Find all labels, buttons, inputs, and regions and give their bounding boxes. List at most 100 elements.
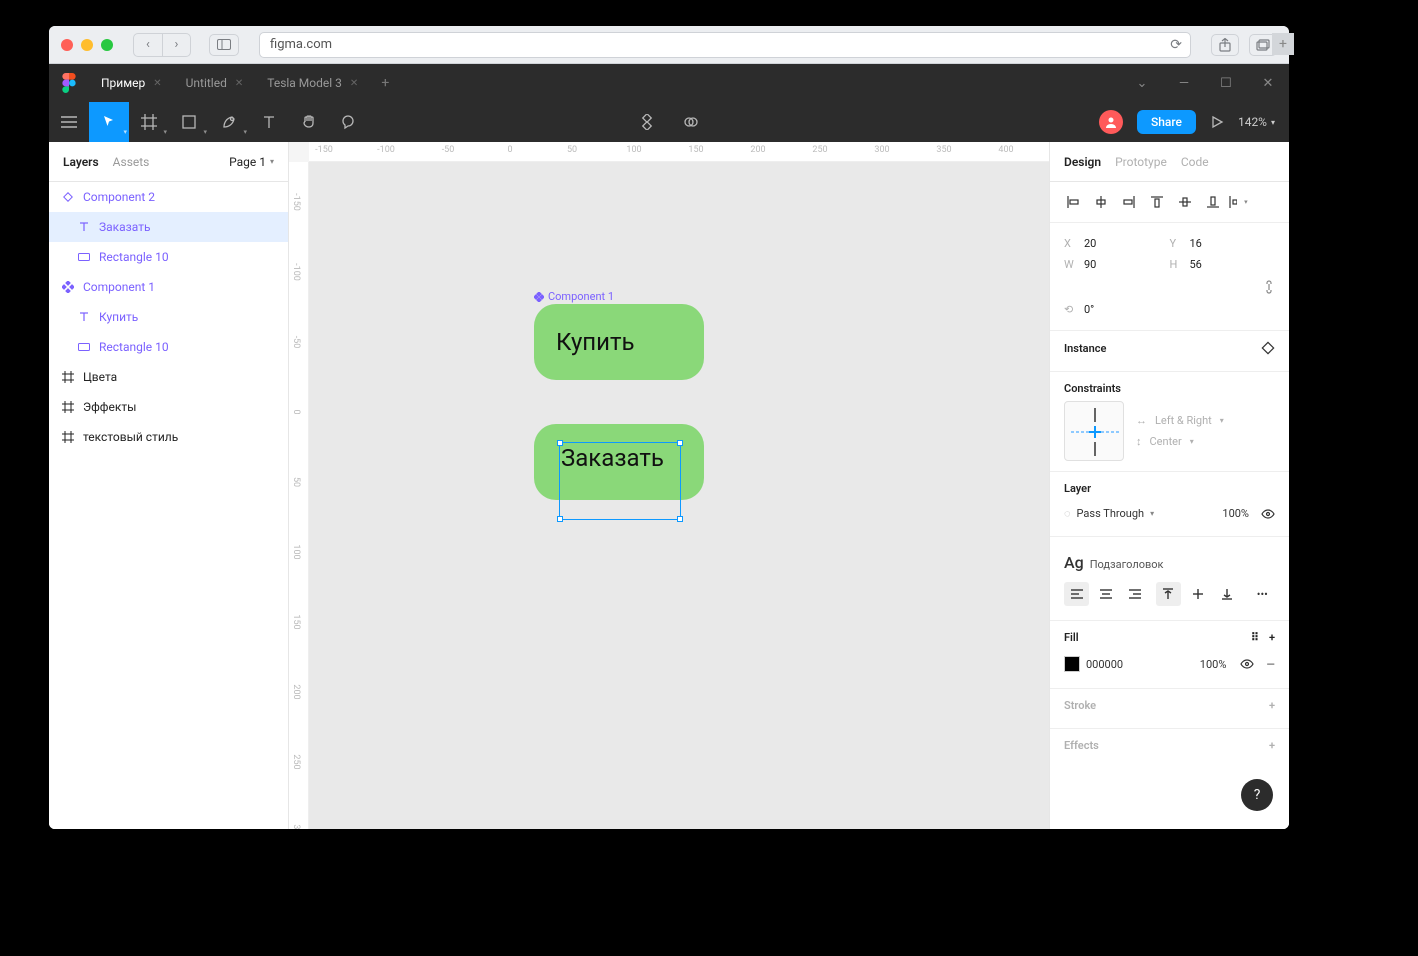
fade-overlay [1378, 26, 1418, 829]
text-tool[interactable] [249, 102, 289, 142]
maximize-window-icon[interactable]: ☐ [1205, 76, 1247, 91]
layer-row[interactable]: Component 1 [49, 272, 288, 302]
align-bottom-icon[interactable] [1200, 190, 1226, 214]
hand-tool[interactable] [289, 102, 329, 142]
close-tab-icon[interactable]: ✕ [350, 78, 358, 89]
add-effect-icon[interactable]: + [1269, 739, 1275, 752]
layer-row[interactable]: Эффекты [49, 392, 288, 422]
text-valign-top-icon[interactable] [1156, 582, 1181, 606]
distribute-icon[interactable]: ▾ [1228, 190, 1254, 214]
layer-row[interactable]: Component 2 [49, 182, 288, 212]
layer-row[interactable]: Купить [49, 302, 288, 332]
canvas[interactable]: Component 1 Купить Заказать [309, 162, 1049, 829]
constraint-vertical[interactable]: ↕ Center ▾ [1136, 435, 1224, 448]
align-left-icon[interactable] [1060, 190, 1086, 214]
prop-x[interactable]: X20 [1064, 237, 1170, 250]
back-button[interactable]: ‹ [134, 34, 162, 56]
address-bar[interactable]: figma.com ⟳ [259, 32, 1191, 58]
forward-button[interactable]: › [162, 34, 190, 56]
text-align-right-icon[interactable] [1123, 582, 1148, 606]
blend-mode-icon[interactable]: ◌ [1064, 507, 1071, 520]
close-tab-icon[interactable]: ✕ [153, 78, 161, 89]
menu-button[interactable] [49, 102, 89, 142]
close-tab-icon[interactable]: ✕ [235, 78, 243, 89]
align-vcenter-icon[interactable] [1172, 190, 1198, 214]
add-stroke-icon[interactable]: + [1269, 699, 1275, 712]
figma-logo-icon[interactable] [49, 64, 89, 102]
constraint-horizontal[interactable]: ↔ Left & Right ▾ [1136, 414, 1224, 427]
layer-label: Component 2 [83, 190, 155, 204]
layer-row[interactable]: Rectangle 10 [49, 332, 288, 362]
canvas-area[interactable]: -150-100-50050100150200250300350400 -150… [289, 142, 1049, 829]
rect-icon [77, 253, 91, 261]
constrain-proportions-icon[interactable] [1170, 279, 1276, 295]
align-top-icon[interactable] [1144, 190, 1170, 214]
layer-row[interactable]: Заказать [49, 212, 288, 242]
layer-opacity-input[interactable]: 100% [1222, 507, 1249, 520]
avatar[interactable] [1099, 110, 1123, 134]
close-icon[interactable] [61, 39, 73, 51]
eye-icon[interactable] [1240, 659, 1254, 669]
fill-hex-input[interactable]: 000000 [1086, 658, 1123, 671]
share-icon[interactable] [1211, 34, 1239, 56]
align-right-icon[interactable] [1116, 190, 1142, 214]
text-more-icon[interactable]: ••• [1250, 582, 1275, 606]
align-hcenter-icon[interactable] [1088, 190, 1114, 214]
mask-tool[interactable] [671, 102, 711, 142]
frame-tool[interactable]: ▾ [129, 102, 169, 142]
file-tab[interactable]: Пример✕ [89, 64, 174, 102]
layer-row[interactable]: Rectangle 10 [49, 242, 288, 272]
present-button[interactable] [1210, 115, 1224, 129]
eye-icon[interactable] [1261, 509, 1275, 519]
constraints-widget[interactable] [1064, 401, 1124, 461]
file-tab[interactable]: Tesla Model 3✕ [255, 64, 370, 102]
prop-h[interactable]: H56 [1170, 258, 1276, 271]
fill-opacity-input[interactable]: 100% [1200, 658, 1227, 671]
help-button[interactable]: ? [1241, 779, 1273, 811]
shape-tool[interactable]: ▾ [169, 102, 209, 142]
text-valign-bottom-icon[interactable] [1214, 582, 1239, 606]
file-tab[interactable]: Untitled✕ [174, 64, 256, 102]
layer-label: Заказать [99, 220, 150, 234]
pen-tool[interactable]: ▾ [209, 102, 249, 142]
tab-prototype[interactable]: Prototype [1115, 155, 1167, 169]
layer-row[interactable]: Цвета [49, 362, 288, 392]
text-icon [77, 222, 91, 232]
remove-fill-icon[interactable]: — [1266, 658, 1275, 671]
minimize-window-icon[interactable]: — [1163, 76, 1205, 91]
add-fill-icon[interactable]: + [1269, 631, 1275, 644]
rect-icon [77, 343, 91, 351]
comment-tool[interactable] [329, 102, 369, 142]
prop-y[interactable]: Y16 [1170, 237, 1276, 250]
tab-assets[interactable]: Assets [113, 155, 150, 169]
sidebar-toggle-button[interactable] [209, 34, 239, 56]
prop-w[interactable]: W90 [1064, 258, 1170, 271]
tab-code[interactable]: Code [1181, 155, 1209, 169]
tab-design[interactable]: Design [1064, 155, 1101, 169]
reload-icon[interactable]: ⟳ [1170, 37, 1182, 53]
layer-row[interactable]: текстовый стиль [49, 422, 288, 452]
fill-swatch[interactable] [1064, 656, 1080, 672]
blend-mode-select[interactable]: Pass Through [1077, 507, 1145, 520]
canvas-button-1[interactable]: Купить [534, 304, 704, 380]
instance-swap-icon[interactable] [1261, 341, 1275, 355]
component-label[interactable]: Component 1 [534, 290, 614, 303]
move-tool[interactable]: ▾ [89, 102, 129, 142]
fullscreen-icon[interactable] [101, 39, 113, 51]
text-align-left-icon[interactable] [1064, 582, 1089, 606]
close-window-icon[interactable]: ✕ [1247, 76, 1289, 91]
text-style-name[interactable]: Подзаголовок [1090, 558, 1164, 571]
fill-styles-icon[interactable]: ⠿ [1251, 631, 1259, 644]
new-browser-tab-button[interactable]: + [1272, 33, 1294, 55]
chevron-down-icon[interactable]: ⌄ [1121, 76, 1163, 91]
prop-rotation[interactable]: ⟲0° [1064, 303, 1170, 316]
zoom-control[interactable]: 142%▾ [1238, 115, 1275, 129]
minimize-icon[interactable] [81, 39, 93, 51]
component-tool[interactable] [627, 102, 667, 142]
text-align-center-icon[interactable] [1093, 582, 1118, 606]
text-valign-middle-icon[interactable] [1185, 582, 1210, 606]
share-button[interactable]: Share [1137, 110, 1196, 134]
new-tab-button[interactable]: + [370, 75, 400, 91]
tab-layers[interactable]: Layers [63, 155, 99, 169]
page-selector[interactable]: Page 1▾ [229, 155, 274, 169]
